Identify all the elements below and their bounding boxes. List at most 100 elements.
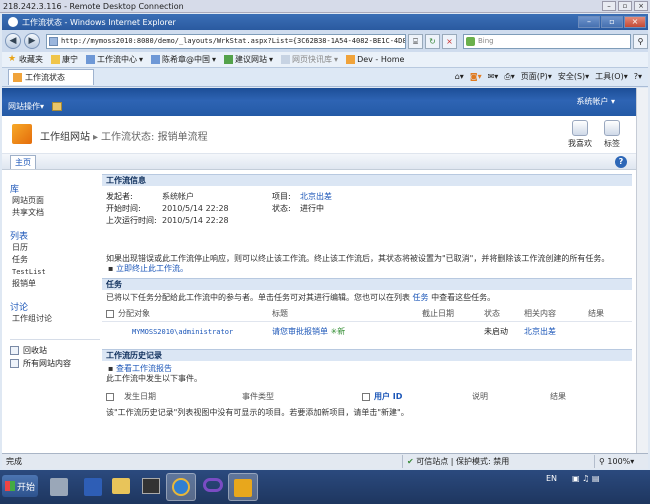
page-title: 工作流状态: 报销单流程 <box>101 132 208 143</box>
main-content: 工作流信息 发起者: 系统帐户 项目: 北京出差 开始时间: 2010/5/14… <box>102 174 632 418</box>
tab-workflow-status[interactable]: 工作流状态 <box>8 69 94 85</box>
ie-title: 工作流状态 - Windows Internet Explorer <box>22 17 176 27</box>
fav-item-dev-home[interactable]: Dev - Home <box>346 55 404 64</box>
ie-maximize-button[interactable]: ▫ <box>601 16 623 28</box>
compat-view-icon[interactable]: ⌸ <box>408 33 423 49</box>
page-icon <box>224 55 234 64</box>
search-icon[interactable]: ⚲ <box>633 33 648 49</box>
ie-logo-icon <box>8 17 18 27</box>
ie-close-button[interactable]: × <box>624 16 646 28</box>
tray-icons[interactable]: ▣ ♫ ▤ <box>572 474 599 483</box>
favorites-button[interactable]: ★ 收藏夹 <box>8 54 43 65</box>
ie-minimize-button[interactable]: – <box>578 16 600 28</box>
breadcrumb: 工作组网站 ▸ 工作流状态: 报销单流程 <box>40 132 208 143</box>
task-assigned-to[interactable]: MYMOSS2010\administrator <box>102 325 272 339</box>
windows-logo-icon <box>5 481 15 491</box>
select-all-checkbox[interactable] <box>106 310 114 318</box>
quicklaunch-item[interactable]: 工作组讨论 <box>12 313 100 325</box>
site-content-icon <box>10 359 19 368</box>
ie-titlebar: 工作流状态 - Windows Internet Explorer – ▫ × <box>2 14 648 30</box>
forward-button[interactable]: ▶ <box>24 33 40 49</box>
tag-icon <box>604 120 620 136</box>
feeds-icon[interactable]: ◙▾ <box>470 72 482 81</box>
vs-icon[interactable] <box>198 473 228 501</box>
page-menu[interactable]: 页面(P)▾ <box>521 71 552 82</box>
stop-icon[interactable]: × <box>442 33 457 49</box>
quicklaunch-libraries[interactable]: 库 <box>10 182 100 195</box>
recycle-bin-link[interactable]: 回收站 <box>10 344 100 357</box>
quicklaunch-item[interactable]: TestList <box>12 266 100 278</box>
all-site-content-link[interactable]: 所有网站内容 <box>10 357 100 370</box>
safety-menu[interactable]: 安全(S)▾ <box>558 71 589 82</box>
fav-item-suggested-sites[interactable]: 建议网站 ▾ <box>224 54 273 65</box>
start-time-value: 2010/5/14 22:28 <box>162 204 229 213</box>
cmd-icon[interactable] <box>136 473 166 501</box>
sp-ribbon-bar: 网站操作 ▾ 系统帐户 ▾ <box>2 88 645 116</box>
user-menu[interactable]: 系统帐户 ▾ <box>576 96 615 107</box>
initiator-value: 系统帐户 <box>162 192 194 201</box>
browse-icon[interactable] <box>52 102 63 111</box>
rdp-restore-button[interactable]: ▫ <box>618 1 632 11</box>
quicklaunch-item[interactable]: 报销单 <box>12 278 100 290</box>
item-link[interactable]: 北京出差 <box>300 191 332 203</box>
terminate-workflow-link[interactable]: 立即终止此工作流。 <box>116 264 188 273</box>
address-toolbar: ◀ ▶ http://mymoss2010:8080/demo/_layouts… <box>2 30 648 52</box>
help-menu-icon[interactable]: ?▾ <box>634 72 642 81</box>
rdp-titlebar: 218.242.3.116 - Remote Desktop Connectio… <box>0 0 650 13</box>
zoom-level[interactable]: ⚲ 100%▾ <box>594 455 646 468</box>
powershell-icon[interactable] <box>78 473 108 501</box>
tasks-list-link[interactable]: 任务 <box>413 293 429 302</box>
rdp-close-button[interactable]: × <box>634 1 648 11</box>
server-manager-icon[interactable] <box>44 473 74 501</box>
page-icon <box>346 55 356 64</box>
quicklaunch-discussions[interactable]: 讨论 <box>10 300 100 313</box>
explorer-icon[interactable] <box>106 473 136 501</box>
tab-home[interactable]: 主页 <box>10 155 36 169</box>
page-icon <box>151 55 161 64</box>
address-url: http://mymoss2010:8080/demo/_layouts/Wrk… <box>61 36 406 45</box>
mail-icon[interactable]: ✉▾ <box>488 72 499 81</box>
site-logo-icon <box>12 124 32 144</box>
quicklaunch-item[interactable]: 任务 <box>12 254 100 266</box>
help-icon[interactable]: ? <box>615 156 627 168</box>
security-zone[interactable]: ✔ 可信站点 | 保护模式: 禁用 <box>402 455 552 468</box>
rdp-minimize-button[interactable]: – <box>602 1 616 11</box>
tools-icon[interactable] <box>228 473 258 501</box>
home-icon[interactable]: ⌂▾ <box>455 72 464 81</box>
workflow-report-link[interactable]: 查看工作流报告 <box>116 364 172 373</box>
history-select-checkbox[interactable] <box>106 393 114 401</box>
tasks-heading: 任务 <box>102 278 632 290</box>
site-actions-menu[interactable]: 网站操作 ▾ <box>8 101 63 112</box>
breadcrumb-site-link[interactable]: 工作组网站 <box>40 132 90 143</box>
fav-item-web-slice[interactable]: 网页快讯库 ▾ <box>281 54 338 65</box>
quicklaunch-item[interactable]: 日历 <box>12 242 100 254</box>
history-table-header: 发生日期 事件类型 用户 ID 说明 结果 <box>102 390 632 404</box>
table-row[interactable]: MYMOSS2010\administrator 请您审批报销单 ✳新 未启动 … <box>102 325 632 339</box>
fav-item-kangning[interactable]: 康宁 <box>51 54 78 65</box>
tags-notes-button[interactable]: 标签 <box>590 120 634 149</box>
quicklaunch-lists[interactable]: 列表 <box>10 229 100 242</box>
quicklaunch-item[interactable]: 网站页面 <box>12 195 100 207</box>
fav-item-chenxizhang[interactable]: 陈希章@中国 ▾ <box>151 54 216 65</box>
task-related-link[interactable]: 北京出差 <box>524 325 588 339</box>
new-badge-icon: ✳ <box>328 327 338 336</box>
recycle-bin-icon <box>10 346 19 355</box>
refresh-icon[interactable]: ↻ <box>425 33 440 49</box>
page-icon <box>281 55 291 64</box>
fav-item-workflow-center[interactable]: 工作流中心 ▾ <box>86 54 143 65</box>
language-indicator[interactable]: EN <box>546 474 557 483</box>
back-button[interactable]: ◀ <box>5 33 21 49</box>
tools-menu[interactable]: 工具(O)▾ <box>595 71 628 82</box>
rdp-title: 218.242.3.116 - Remote Desktop Connectio… <box>3 1 184 11</box>
quicklaunch-item[interactable]: 共享文档 <box>12 207 100 219</box>
history-heading: 工作流历史记录 <box>102 349 632 361</box>
print-icon[interactable]: ⎙▾ <box>504 72 514 82</box>
address-input[interactable]: http://mymoss2010:8080/demo/_layouts/Wrk… <box>46 33 406 49</box>
search-input[interactable]: Bing <box>463 33 631 49</box>
internet-explorer-icon[interactable] <box>166 473 196 501</box>
task-title-link[interactable]: 请您审批报销单 <box>272 327 328 336</box>
tasks-table-header: 分配对象 标题 截止日期 状态 相关内容 结果 <box>102 307 632 322</box>
star-icon: ★ <box>8 54 17 64</box>
start-button[interactable]: 开始 <box>2 475 38 497</box>
page-scrollbar[interactable] <box>636 88 648 453</box>
